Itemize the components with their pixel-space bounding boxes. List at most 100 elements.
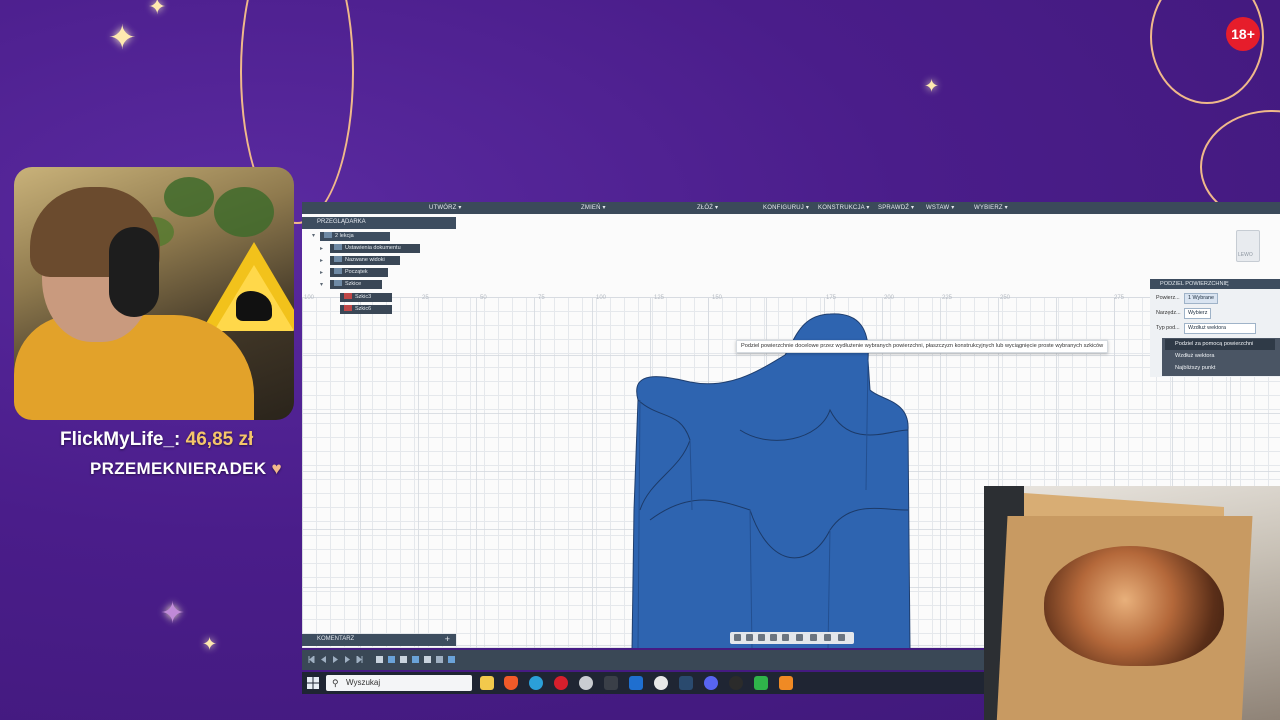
windows-start-icon[interactable]: [306, 676, 320, 690]
collapse-arrow-icon[interactable]: ▾: [320, 281, 323, 288]
add-comment-icon[interactable]: +: [445, 634, 450, 644]
layout-icon[interactable]: [838, 634, 845, 641]
app-icon[interactable]: [754, 676, 768, 690]
menu-inspect[interactable]: SPRAWDŹ ▾: [878, 204, 914, 211]
obs-icon[interactable]: [729, 676, 743, 690]
timeline-feature-icon[interactable]: [412, 656, 419, 663]
viewports-icon[interactable]: [824, 634, 831, 641]
comments-title: KOMENTARZ: [317, 636, 355, 642]
fusion-360-icon[interactable]: [779, 676, 793, 690]
display-settings-icon[interactable]: [796, 634, 803, 641]
timeline-feature-icon[interactable]: [424, 656, 431, 663]
ruler-label: 175: [826, 295, 837, 301]
browser-item-label: Szkic3: [355, 294, 372, 300]
menu-assemble[interactable]: ZŁÓŻ ▾: [697, 204, 718, 211]
faces-label: Powierz...: [1156, 295, 1180, 301]
tool-selector[interactable]: Wybierz: [1184, 308, 1212, 319]
command-tooltip: Podziel powierzchnie docelowe przez wydł…: [736, 340, 1109, 353]
expand-arrow-icon[interactable]: ▸: [320, 257, 323, 264]
collapse-arrow-icon[interactable]: ▾: [312, 232, 315, 239]
browser-item-label: Szkice: [345, 281, 362, 287]
component-icon: [324, 232, 332, 238]
expand-arrow-icon[interactable]: ▸: [320, 269, 323, 276]
file-explorer-icon[interactable]: [480, 676, 494, 690]
chrome-browser-icon[interactable]: [654, 676, 668, 690]
toolbar-menu: UTWÓRZ ▾ ZMIEŃ ▾ ZŁÓŻ ▾ KONFIGURUJ ▾ KON…: [302, 202, 1280, 214]
sparkle-icon: ✦: [108, 19, 137, 57]
ruler-label: 225: [942, 295, 953, 301]
browser-item-sketch3[interactable]: Szkic3: [340, 293, 392, 302]
menu-modify[interactable]: ZMIEŃ ▾: [581, 204, 606, 211]
search-icon: ⚲: [332, 678, 339, 688]
subscriber-user: PRZEMEKNIERADEK: [90, 459, 267, 478]
split-type-dropdown[interactable]: Wzdłuż wektora: [1184, 323, 1256, 334]
menu-create[interactable]: UTWÓRZ ▾: [429, 204, 462, 211]
faces-selector[interactable]: 1 Wybrane: [1184, 293, 1219, 304]
brave-browser-icon[interactable]: [504, 676, 518, 690]
sparkle-icon: ✦: [148, 0, 167, 19]
go-to-end-icon[interactable]: [356, 656, 363, 663]
sparkle-icon: ✦: [924, 76, 940, 96]
edge-browser-icon[interactable]: [529, 676, 543, 690]
menu-select[interactable]: WYBIERZ ▾: [974, 204, 1008, 211]
browser-item-label: Ustawienia dokumentu: [345, 245, 401, 251]
view-cube-label: LEWO: [1238, 252, 1253, 258]
browser-item-document-settings[interactable]: Ustawienia dokumentu: [330, 244, 420, 253]
surface-model[interactable]: [620, 310, 940, 648]
ruler-label: 75: [538, 295, 545, 301]
menu-configure[interactable]: KONFIGURUJ ▾: [763, 204, 809, 211]
sketch-icon: [344, 293, 352, 299]
folder-icon: [334, 280, 342, 286]
option-along-vector[interactable]: Wzdłuż wektora: [1165, 351, 1275, 362]
windows-taskbar: ⚲ Wyszukaj: [302, 672, 984, 694]
menu-construct[interactable]: KONSTRUKCJA ▾: [818, 204, 870, 211]
orbit-icon[interactable]: [734, 634, 741, 641]
ruler-label: 100: [304, 295, 315, 301]
donation-alert: FlickMyLife_: 46,85 zł: [60, 429, 253, 451]
timeline-feature-icon[interactable]: [388, 656, 395, 663]
donation-user: FlickMyLife_:: [60, 429, 181, 450]
expand-arrow-icon[interactable]: ▸: [320, 245, 323, 252]
browser-root-item[interactable]: 2 lekcja: [320, 232, 390, 241]
view-cube[interactable]: LEWO: [1236, 230, 1260, 262]
browser-panel-header[interactable]: PRZEGLĄDARKA: [302, 217, 456, 229]
app-icon[interactable]: [579, 676, 593, 690]
zoom-icon[interactable]: [770, 634, 777, 641]
navigation-toolbar: [730, 632, 854, 644]
timeline-marker-icon[interactable]: [448, 656, 455, 663]
app-icon[interactable]: [629, 676, 643, 690]
step-back-icon[interactable]: [320, 656, 327, 663]
search-placeholder: Wyszukaj: [346, 678, 381, 687]
look-at-icon[interactable]: [746, 634, 753, 641]
option-closest-point[interactable]: Najbliższy punkt: [1165, 363, 1275, 374]
comments-panel[interactable]: KOMENTARZ +: [302, 634, 456, 646]
split-type-options: Podziel za pomocą powierzchni Wzdłuż wek…: [1162, 338, 1280, 376]
timeline-feature-icon[interactable]: [376, 656, 383, 663]
dialog-title: PODZIEL POWIERZCHNIĘ: [1150, 279, 1280, 289]
browser-item-named-views[interactable]: Nazwane widoki: [330, 256, 400, 265]
go-to-start-icon[interactable]: [308, 656, 315, 663]
play-icon[interactable]: [332, 656, 339, 663]
browser-item-label: Szkic6: [355, 306, 372, 312]
pan-icon[interactable]: [758, 634, 765, 641]
browser-item-origin[interactable]: Początek: [330, 268, 388, 277]
folder-icon: [334, 256, 342, 262]
timeline-feature-icon[interactable]: [436, 656, 443, 663]
steam-icon[interactable]: [679, 676, 693, 690]
step-forward-icon[interactable]: [344, 656, 351, 663]
discord-icon[interactable]: [704, 676, 718, 690]
epic-games-icon[interactable]: [604, 676, 618, 690]
browser-item-sketches[interactable]: Szkice: [330, 280, 382, 289]
browser-item-sketch6[interactable]: Szkic6: [340, 305, 392, 314]
fit-icon[interactable]: [782, 634, 789, 641]
taskbar-search-box[interactable]: ⚲ Wyszukaj: [326, 675, 472, 691]
option-split-with-surface[interactable]: Podziel za pomocą powierzchni: [1165, 339, 1275, 350]
ruler-label: 100: [596, 295, 607, 301]
sparkle-icon: ✦: [202, 634, 218, 654]
opera-browser-icon[interactable]: [554, 676, 568, 690]
subscriber-alert: PRZEMEKNIERADEK ♥: [90, 459, 282, 479]
grid-settings-icon[interactable]: [810, 634, 817, 641]
menu-insert[interactable]: WSTAW ▾: [926, 204, 954, 211]
ruler-label: 50: [480, 295, 487, 301]
timeline-feature-icon[interactable]: [400, 656, 407, 663]
